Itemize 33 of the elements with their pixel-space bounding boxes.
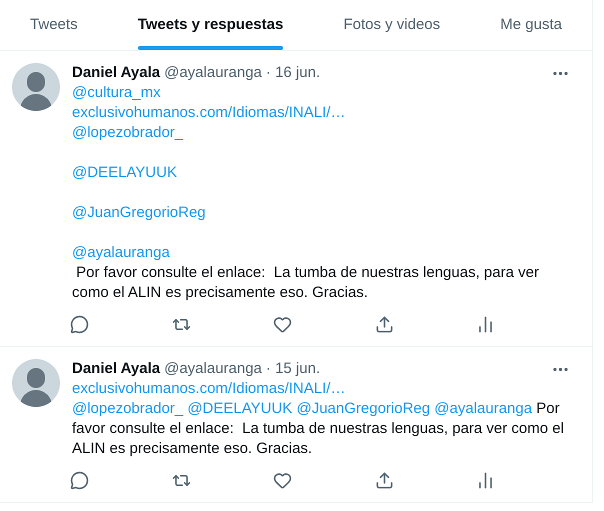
profile-tab[interactable]: Fotos y videos xyxy=(313,0,470,50)
tweet-link[interactable]: exclusivohumanos.com/Idiomas/INALI/… xyxy=(72,380,346,397)
profile-tab[interactable]: Tweets y respuestas xyxy=(108,0,314,50)
author-name[interactable]: Daniel Ayala xyxy=(72,63,160,83)
profile-tab[interactable]: Tweets xyxy=(0,0,108,50)
profile-tab[interactable]: Me gusta xyxy=(470,0,592,50)
tweet-link[interactable]: @DEELAYUUK xyxy=(72,164,177,181)
tweet-link[interactable]: exclusivohumanos.com/Idiomas/INALI/… xyxy=(72,104,346,121)
mention-link[interactable]: @ayalauranga xyxy=(434,400,532,417)
share-icon[interactable] xyxy=(374,471,394,490)
tweet-link[interactable]: @lopezobrador_ xyxy=(72,124,184,141)
tweet-text: @lopezobrador_ @DEELAYUUK @JuanGregorioReg @ayalauranga Por favor consulte el enlace: La tumba de nuestras lenguas, para ver como el ALIN es precisamente eso. Gracias. xyxy=(72,399,565,459)
tweet-link[interactable]: @cultura_mx xyxy=(72,84,161,101)
mention-link[interactable]: @JuanGregorioReg xyxy=(296,400,430,417)
reply-icon[interactable] xyxy=(70,471,89,490)
avatar[interactable] xyxy=(12,63,60,111)
author-handle[interactable]: @ayalauranga xyxy=(164,63,262,83)
analytics-icon[interactable] xyxy=(476,315,495,334)
tweet-date[interactable]: · 16 jun. xyxy=(266,63,320,83)
author-name[interactable]: Daniel Ayala xyxy=(72,359,160,379)
tweet-text: Por favor consulte el enlace: La tumba de nuestras lenguas, para ver como el ALIN es precisamente eso. Gracias. xyxy=(72,263,540,303)
mention-link[interactable]: @DEELAYUUK xyxy=(187,400,292,417)
analytics-icon[interactable] xyxy=(476,471,495,490)
tweet-link[interactable]: @ayalauranga xyxy=(72,244,170,261)
tweet-date[interactable]: · 15 jun. xyxy=(266,359,320,379)
avatar[interactable] xyxy=(12,359,60,407)
tweet-link[interactable]: @JuanGregorioReg xyxy=(72,204,206,221)
share-icon[interactable] xyxy=(374,315,394,334)
reply-icon[interactable] xyxy=(70,315,89,334)
mention-link[interactable]: @lopezobrador_ xyxy=(72,400,184,417)
author-handle[interactable]: @ayalauranga xyxy=(164,359,262,379)
like-icon[interactable] xyxy=(273,315,292,334)
like-icon[interactable] xyxy=(273,471,292,490)
